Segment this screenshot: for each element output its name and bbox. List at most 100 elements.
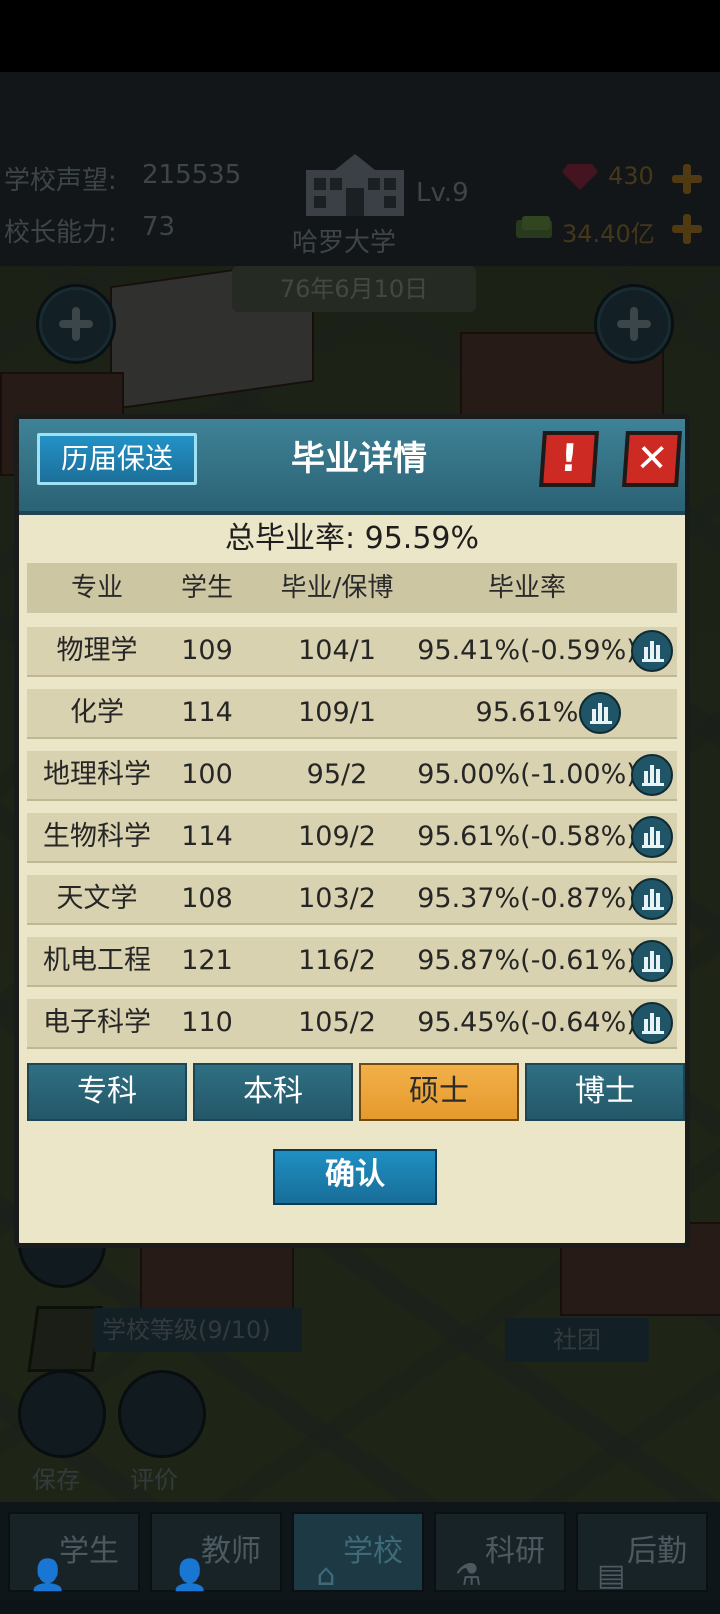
graduated-count: 103/2 — [298, 883, 376, 914]
graduation-rate: 95.45% — [417, 1007, 521, 1038]
exclamation-icon[interactable]: ! — [539, 431, 599, 487]
review-label: 评价 — [130, 1466, 178, 1494]
table-row: 物理学 109 104/1 95.41%(-0.59%) — [27, 627, 677, 675]
dialog-title: 毕业详情 — [291, 439, 427, 479]
money-icon — [514, 214, 554, 240]
flask-icon: ⚗ — [455, 1557, 482, 1593]
major-name: 电子科学 — [43, 1007, 151, 1038]
history-guarantee-button[interactable]: 历届保送 — [37, 433, 197, 485]
bar-chart-icon[interactable] — [631, 1002, 673, 1044]
reputation-value: 215535 — [142, 160, 242, 190]
major-name: 物理学 — [56, 635, 138, 666]
bar-chart-icon[interactable] — [631, 816, 673, 858]
graduated-count: 95/2 — [306, 759, 368, 790]
add-gems-icon[interactable] — [672, 164, 702, 194]
rate-cell: 95.45%(-0.64%) — [407, 999, 647, 1047]
school-level-bar[interactable]: 学校等级(9/10) — [94, 1308, 302, 1352]
table-row: 地理科学 100 95/2 95.00%(-1.00%) — [27, 751, 677, 799]
nav-research[interactable]: ⚗科研 — [434, 1512, 566, 1593]
degree-tabs: 专科 本科 硕士 博士 — [27, 1063, 685, 1123]
graduation-rate: 95.37% — [417, 883, 521, 914]
add-money-icon[interactable] — [672, 214, 702, 244]
rate-cell: 95.37%(-0.87%) — [407, 875, 647, 923]
student-count: 114 — [181, 697, 233, 728]
graduation-rate: 95.61% — [417, 821, 521, 852]
reputation-label: 学校声望: — [4, 166, 117, 196]
bar-chart-icon[interactable] — [631, 754, 673, 796]
graduated-count: 105/2 — [298, 1007, 376, 1038]
student-count: 108 — [181, 883, 233, 914]
nav-teachers-label: 教师 — [201, 1534, 261, 1569]
student-count: 100 — [181, 759, 233, 790]
table-row: 生物科学 114 109/2 95.61%(-0.58%) — [27, 813, 677, 861]
col-students: 学生 — [180, 573, 233, 603]
bar-chart-icon[interactable] — [579, 692, 621, 734]
major-name: 天文学 — [56, 883, 138, 914]
dialog-header: 历届保送 毕业详情 ! ✕ — [19, 419, 685, 515]
bar-chart-icon[interactable] — [631, 940, 673, 982]
quest-icon[interactable] — [27, 1306, 103, 1372]
school-building-icon — [300, 152, 410, 218]
graduation-rate: 95.87% — [417, 945, 521, 976]
rate-change: (-0.58%) — [520, 821, 637, 852]
clipboard-icon: ▤ — [597, 1557, 626, 1593]
nav-research-label: 科研 — [485, 1534, 545, 1569]
major-name: 机电工程 — [43, 945, 151, 976]
save-button[interactable] — [18, 1370, 106, 1458]
principal-label: 校长能力: — [4, 218, 117, 248]
add-building-right-button[interactable] — [594, 284, 674, 364]
major-name: 生物科学 — [43, 821, 151, 852]
graduated-count: 109/1 — [298, 697, 376, 728]
confirm-button[interactable]: 确认 — [273, 1149, 437, 1205]
col-rate: 毕业率 — [487, 573, 566, 603]
graduation-rate: 95.41% — [417, 635, 521, 666]
rate-change: (-0.64%) — [520, 1007, 637, 1038]
tab-master[interactable]: 硕士 — [359, 1063, 519, 1121]
close-icon[interactable]: ✕ — [622, 431, 682, 487]
bar-chart-icon[interactable] — [631, 878, 673, 920]
nav-school[interactable]: ⌂学校 — [292, 1512, 424, 1593]
total-graduation-rate: 总毕业率: 95.59% — [224, 521, 480, 556]
nav-logistics-label: 后勤 — [627, 1534, 687, 1569]
student-count: 110 — [181, 1007, 233, 1038]
add-building-left-button[interactable] — [36, 284, 116, 364]
school-name: 哈罗大学 — [292, 228, 397, 258]
bar-chart-icon[interactable] — [631, 630, 673, 672]
tab-bachelor[interactable]: 本科 — [193, 1063, 353, 1121]
nav-logistics[interactable]: ▤后勤 — [576, 1512, 708, 1593]
tab-doctor[interactable]: 博士 — [525, 1063, 685, 1121]
student-count: 121 — [181, 945, 233, 976]
rate-change: (-0.59%) — [520, 635, 637, 666]
col-graduated: 毕业/保博 — [280, 573, 394, 603]
rate-cell: 95.41%(-0.59%) — [407, 627, 647, 675]
rate-change: (-0.87%) — [520, 883, 637, 914]
graduation-rate: 95.61% — [475, 697, 579, 728]
teacher-icon: 👤 — [171, 1557, 209, 1593]
student-count: 114 — [181, 821, 233, 852]
rate-cell: 95.87%(-0.61%) — [407, 937, 647, 985]
nav-teachers[interactable]: 👤教师 — [150, 1512, 282, 1593]
major-name: 化学 — [70, 697, 124, 728]
review-button[interactable] — [118, 1370, 206, 1458]
tab-associate[interactable]: 专科 — [27, 1063, 187, 1121]
rate-cell: 95.00%(-1.00%) — [407, 751, 647, 799]
school-icon: ⌂ — [316, 1557, 336, 1593]
club-button[interactable]: 社团 — [505, 1318, 649, 1362]
graduation-rate: 95.00% — [417, 759, 521, 790]
principal-value: 73 — [142, 212, 176, 242]
rate-cell: 95.61%(-0.58%) — [407, 813, 647, 861]
graduated-count: 116/2 — [298, 945, 376, 976]
student-count: 109 — [181, 635, 233, 666]
rate-change: (-0.61%) — [520, 945, 637, 976]
nav-students[interactable]: 👤学生 — [8, 1512, 140, 1593]
rate-change: (-1.00%) — [520, 759, 637, 790]
col-major: 专业 — [70, 573, 123, 603]
table-row: 电子科学 110 105/2 95.45%(-0.64%) — [27, 999, 677, 1047]
table-row: 化学 114 109/1 95.61% — [27, 689, 677, 737]
table-row: 天文学 108 103/2 95.37%(-0.87%) — [27, 875, 677, 923]
status-bar — [0, 0, 720, 72]
table-header: 专业 学生 毕业/保博 毕业率 — [27, 563, 677, 613]
game-date: 76年6月10日 — [232, 266, 476, 312]
major-name: 地理科学 — [43, 759, 151, 790]
graduation-detail-dialog: 历届保送 毕业详情 ! ✕ 总毕业率: 95.59% 专业 学生 毕业/保博 毕… — [14, 414, 690, 1248]
